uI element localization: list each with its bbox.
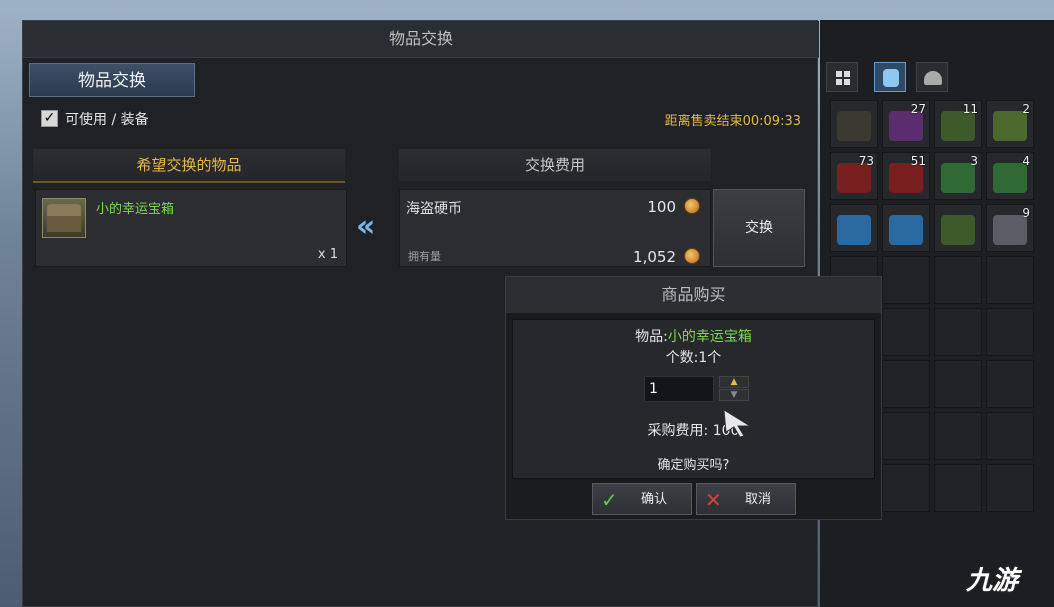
usable-equip-checkbox[interactable]: ✓ <box>41 110 58 127</box>
wish-item-qty: x 1 <box>317 247 338 262</box>
grid-view-icon[interactable] <box>826 62 858 92</box>
inventory-slot[interactable] <box>934 204 982 252</box>
window-title: 物品交换 <box>23 21 819 58</box>
usable-equip-label: 可使用 / 装备 <box>65 112 149 128</box>
empty-inventory-slot[interactable] <box>986 308 1034 356</box>
confirm-label: 确认 <box>641 492 668 507</box>
item-icon <box>941 215 975 245</box>
empty-inventory-slot[interactable] <box>882 256 930 304</box>
tab-item-exchange[interactable]: 物品交换 <box>29 63 195 97</box>
close-icon: ✕ <box>705 488 722 512</box>
inventory-slot[interactable] <box>830 100 878 148</box>
item-icon <box>889 215 923 245</box>
double-chevron-left-icon: « <box>356 209 376 244</box>
wish-item-row[interactable]: 小的幸运宝箱 x 1 <box>35 189 347 267</box>
inventory-slot[interactable]: 27 <box>882 100 930 148</box>
dialog-item-line: 物品:小的幸运宝箱 <box>513 326 874 346</box>
owned-label: 拥有量 <box>408 250 441 263</box>
dialog-count: 个数:1个 <box>665 350 722 366</box>
item-prefix: 物品: <box>635 329 668 345</box>
empty-inventory-slot[interactable] <box>882 464 930 512</box>
dialog-item-name: 小的幸运宝箱 <box>667 329 752 345</box>
treasure-chest-icon <box>42 198 86 238</box>
mouse-cursor-icon <box>723 409 752 438</box>
coin-icon <box>684 198 700 214</box>
empty-inventory-slot[interactable] <box>882 360 930 408</box>
purchase-cost: 采购费用: 100 <box>647 423 740 439</box>
empty-inventory-slot[interactable] <box>934 464 982 512</box>
inventory-slot[interactable]: 73 <box>830 152 878 200</box>
item-count: 9 <box>1022 206 1030 220</box>
inventory-slot[interactable]: 3 <box>934 152 982 200</box>
inventory-slot[interactable]: 2 <box>986 100 1034 148</box>
check-icon: ✓ <box>601 488 618 512</box>
owned-value: 1,052 <box>633 248 676 266</box>
sale-timer: 距离售卖结束00:09:33 <box>664 114 801 129</box>
empty-inventory-slot[interactable] <box>986 256 1034 304</box>
empty-inventory-slot[interactable] <box>882 412 930 460</box>
inventory-slot[interactable]: 4 <box>986 152 1034 200</box>
empty-inventory-slot[interactable] <box>986 464 1034 512</box>
inventory-slot[interactable] <box>882 204 930 252</box>
dialog-body: 物品:小的幸运宝箱 个数:1个 ▲ ▼ 采购费用: 100 确定购买吗? <box>512 319 875 479</box>
quantity-down-button[interactable]: ▼ <box>719 389 749 401</box>
empty-inventory-slot[interactable] <box>986 412 1034 460</box>
item-count: 11 <box>962 102 978 116</box>
exchange-button[interactable]: 交换 <box>713 189 805 267</box>
empty-inventory-slot[interactable] <box>934 412 982 460</box>
bag-tab-icon[interactable] <box>874 62 906 92</box>
cancel-label: 取消 <box>745 492 772 507</box>
item-icon <box>837 111 871 141</box>
inventory-slot[interactable]: 9 <box>986 204 1034 252</box>
wish-item-name: 小的幸运宝箱 <box>96 202 175 217</box>
item-count: 51 <box>910 154 926 168</box>
quantity-input[interactable] <box>644 376 714 402</box>
confirm-question: 确定购买吗? <box>657 458 730 473</box>
item-count: 2 <box>1022 102 1030 116</box>
item-count: 4 <box>1022 154 1030 168</box>
wish-items-header[interactable]: 希望交换的物品 <box>33 149 345 183</box>
helmet-tab-icon[interactable] <box>916 62 948 92</box>
item-count: 3 <box>970 154 978 168</box>
empty-inventory-slot[interactable] <box>934 360 982 408</box>
empty-inventory-slot[interactable] <box>882 308 930 356</box>
cost-value: 100 <box>647 198 676 216</box>
confirm-button[interactable]: ✓ 确认 <box>592 483 692 515</box>
item-count: 73 <box>858 154 874 168</box>
empty-inventory-slot[interactable] <box>986 360 1034 408</box>
exchange-cost-header: 交换费用 <box>399 149 711 181</box>
item-count: 27 <box>910 102 926 116</box>
watermark-logo: 九游 <box>966 566 1019 596</box>
currency-name: 海盗硬币 <box>406 201 462 217</box>
empty-inventory-slot[interactable] <box>934 308 982 356</box>
coin-icon <box>684 248 700 264</box>
inventory-slot[interactable] <box>830 204 878 252</box>
item-icon <box>837 215 871 245</box>
quantity-up-button[interactable]: ▲ <box>719 376 749 388</box>
empty-inventory-slot[interactable] <box>934 256 982 304</box>
purchase-dialog: 商品购买 物品:小的幸运宝箱 个数:1个 ▲ ▼ 采购费用: 100 确定购买吗… <box>505 276 882 520</box>
dialog-title: 商品购买 <box>506 277 881 313</box>
cost-panel: 海盗硬币 100 拥有量 1,052 <box>399 189 711 267</box>
cancel-button[interactable]: ✕ 取消 <box>696 483 796 515</box>
inventory-slot[interactable]: 51 <box>882 152 930 200</box>
inventory-slot[interactable]: 11 <box>934 100 982 148</box>
